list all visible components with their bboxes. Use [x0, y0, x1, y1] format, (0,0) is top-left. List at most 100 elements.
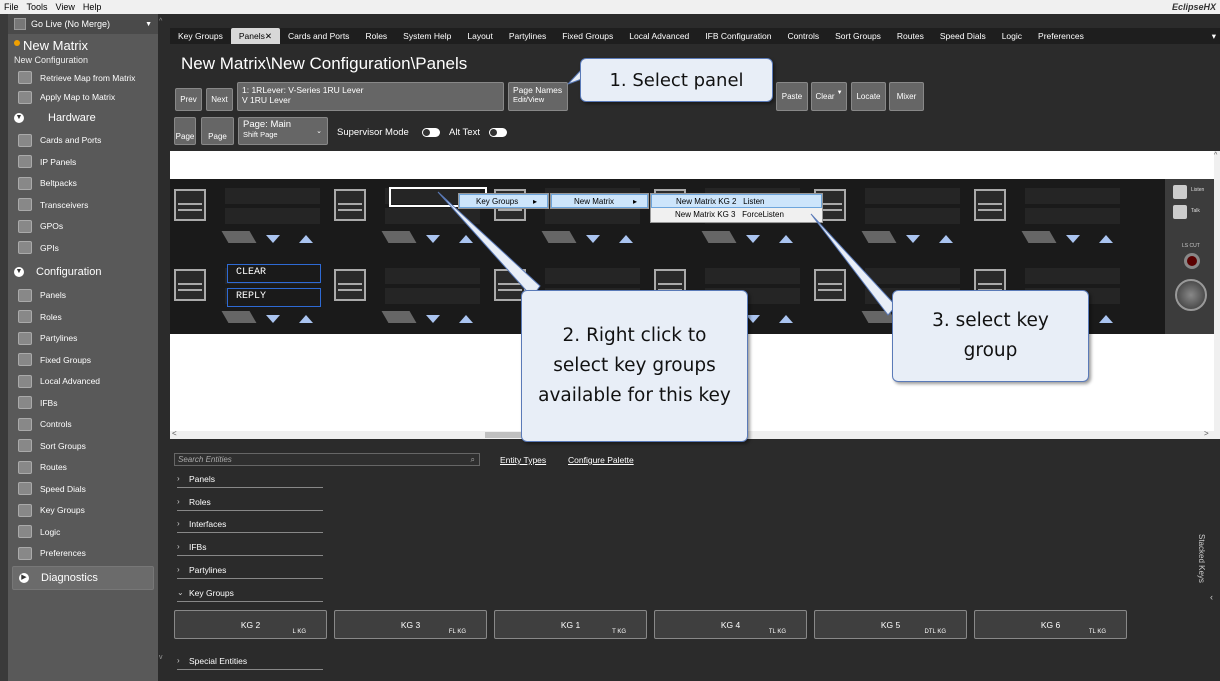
- entity-group-interfaces[interactable]: › Interfaces: [177, 515, 323, 533]
- sidebar-item-gpis[interactable]: GPIs: [8, 237, 158, 259]
- sidebar-item-partylines[interactable]: Partylines: [8, 328, 158, 350]
- sidebar-item-roles[interactable]: Roles: [8, 306, 158, 328]
- tab-key-groups[interactable]: Key Groups: [170, 28, 231, 44]
- sidebar-item-key-groups[interactable]: Key Groups: [8, 500, 158, 522]
- sidebar-item-apply-map[interactable]: Apply Map to Matrix: [8, 89, 158, 106]
- sidebar-item-panels[interactable]: Panels: [8, 285, 158, 307]
- volume-knob[interactable]: [1175, 279, 1207, 311]
- page-next-button[interactable]: Page: [201, 117, 234, 145]
- page-names-button[interactable]: Page Names Edit/View: [508, 82, 568, 111]
- scroll-up-icon[interactable]: ^: [159, 18, 162, 25]
- canvas-vscrollbar[interactable]: ^: [1214, 151, 1220, 431]
- entity-group-partylines[interactable]: › Partylines: [177, 561, 323, 579]
- sidebar-item-routes[interactable]: Routes: [8, 457, 158, 479]
- sidebar-item-local-advanced[interactable]: Local Advanced: [8, 371, 158, 393]
- key-group-tile[interactable]: KG 5 DTL KG: [814, 610, 967, 639]
- reply-key-label[interactable]: REPLY: [227, 288, 321, 307]
- prev-button[interactable]: Prev: [175, 88, 202, 111]
- sidebar-item-beltpacks[interactable]: Beltpacks: [8, 173, 158, 195]
- next-button[interactable]: Next: [206, 88, 233, 111]
- scroll-left-icon[interactable]: <: [172, 429, 177, 438]
- key-lever[interactable]: [221, 311, 257, 323]
- panel-key[interactable]: [334, 269, 366, 301]
- panel-key[interactable]: [974, 189, 1006, 221]
- search-input[interactable]: Search Entities ⌕: [174, 453, 480, 466]
- configure-palette-link[interactable]: Configure Palette: [568, 455, 634, 465]
- key-group-tile[interactable]: KG 6 TL KG: [974, 610, 1127, 639]
- collapse-stacked-icon[interactable]: ‹: [1210, 592, 1213, 602]
- go-live-button[interactable]: Go Live (No Merge) ▼: [8, 14, 158, 34]
- sidebar-item-preferences[interactable]: Preferences: [8, 543, 158, 565]
- alt-text-toggle[interactable]: [489, 128, 507, 137]
- entity-types-link[interactable]: Entity Types: [500, 455, 546, 465]
- close-icon[interactable]: ✕: [265, 31, 272, 41]
- panel-key[interactable]: [814, 269, 846, 301]
- mixer-button[interactable]: Mixer: [889, 82, 924, 111]
- sidebar-scrollbar[interactable]: ^ v: [158, 14, 166, 681]
- sidebar-item-logic[interactable]: Logic: [8, 521, 158, 543]
- scroll-up-icon[interactable]: ^: [1214, 152, 1217, 159]
- entity-group-panels[interactable]: › Panels: [177, 470, 323, 488]
- sidebar-item-sort-groups[interactable]: Sort Groups: [8, 435, 158, 457]
- sidebar-item-controls[interactable]: Controls: [8, 414, 158, 436]
- supervisor-mode-toggle[interactable]: [422, 128, 440, 137]
- ls-cut-button[interactable]: [1184, 253, 1200, 269]
- key-lever[interactable]: [541, 231, 577, 243]
- panel-key[interactable]: [174, 189, 206, 221]
- clear-button[interactable]: Clear ▼: [811, 82, 847, 111]
- tab-fixed-groups[interactable]: Fixed Groups: [554, 28, 621, 44]
- key-group-tile[interactable]: KG 3 FL KG: [334, 610, 487, 639]
- key-lever[interactable]: [221, 231, 257, 243]
- key-lever[interactable]: [861, 231, 897, 243]
- locate-button[interactable]: Locate: [851, 82, 886, 111]
- tab-partylines[interactable]: Partylines: [501, 28, 554, 44]
- chevron-down-icon[interactable]: ▼: [145, 21, 152, 28]
- sidebar-item-ip-panels[interactable]: IP Panels: [8, 151, 158, 173]
- panel-key[interactable]: [334, 189, 366, 221]
- talk-key[interactable]: [1173, 205, 1187, 219]
- menu-item-new-matrix[interactable]: New Matrix ▸: [551, 194, 648, 208]
- tab-routes[interactable]: Routes: [889, 28, 932, 44]
- search-icon[interactable]: ⌕: [471, 454, 475, 465]
- section-configuration[interactable]: ▼ Configuration: [8, 259, 158, 285]
- stacked-keys-tab[interactable]: Stacked Keys: [1197, 534, 1206, 583]
- tab-local-advanced[interactable]: Local Advanced: [621, 28, 697, 44]
- sidebar-item-speed-dials[interactable]: Speed Dials: [8, 478, 158, 500]
- tab-panels[interactable]: Panels✕: [230, 28, 281, 44]
- tab-sort-groups[interactable]: Sort Groups: [827, 28, 889, 44]
- menu-item-key-groups[interactable]: Key Groups ▸: [459, 194, 548, 208]
- tab-system-help[interactable]: System Help: [395, 28, 459, 44]
- key-lever[interactable]: [381, 231, 417, 243]
- tab-layout[interactable]: Layout: [459, 28, 501, 44]
- key-group-tile[interactable]: KG 2L KG: [174, 610, 327, 639]
- key-lever[interactable]: [1021, 231, 1057, 243]
- menu-file[interactable]: File: [0, 2, 23, 12]
- scroll-down-icon[interactable]: v: [159, 654, 163, 661]
- tab-roles[interactable]: Roles: [357, 28, 395, 44]
- menu-tools[interactable]: Tools: [23, 2, 52, 12]
- entity-group-special-entities[interactable]: › Special Entities: [177, 652, 323, 670]
- sidebar-item-fixed-groups[interactable]: Fixed Groups: [8, 349, 158, 371]
- menu-view[interactable]: View: [52, 2, 79, 12]
- listen-key[interactable]: [1173, 185, 1187, 199]
- section-diagnostics[interactable]: ▶ Diagnostics: [12, 566, 154, 590]
- sidebar-item-cards-and-ports[interactable]: Cards and Ports: [8, 130, 158, 152]
- menu-item-kg3-forcelisten[interactable]: New Matrix KG 3 ForceListen: [651, 208, 822, 222]
- section-hardware[interactable]: ▼ Hardware: [8, 106, 158, 130]
- entity-group-roles[interactable]: › Roles: [177, 493, 323, 511]
- tab-preferences[interactable]: Preferences: [1030, 28, 1092, 44]
- page-prev-button[interactable]: Page: [174, 117, 196, 145]
- sidebar-item-transceivers[interactable]: Transceivers: [8, 194, 158, 216]
- menu-help[interactable]: Help: [79, 2, 106, 12]
- entity-group-ifbs[interactable]: › IFBs: [177, 538, 323, 556]
- sidebar-item-retrieve-map[interactable]: Retrieve Map from Matrix: [8, 67, 158, 89]
- panel-key[interactable]: [174, 269, 206, 301]
- key-group-tile[interactable]: KG 1T KG: [494, 610, 647, 639]
- panel-select[interactable]: 1: 1RLever: V-Series 1RU Lever V 1RU Lev…: [237, 82, 504, 111]
- sidebar-item-ifbs[interactable]: IFBs: [8, 392, 158, 414]
- key-lever[interactable]: [701, 231, 737, 243]
- clear-key-label[interactable]: CLEAR: [227, 264, 321, 283]
- tab-speed-dials[interactable]: Speed Dials: [932, 28, 994, 44]
- tab-logic[interactable]: Logic: [994, 28, 1030, 44]
- tab-overflow-icon[interactable]: ▾: [1212, 31, 1216, 42]
